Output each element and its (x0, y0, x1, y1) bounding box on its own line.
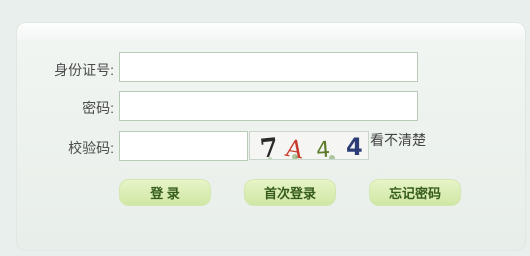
id-number-input[interactable] (119, 52, 418, 82)
password-label: 密码: (82, 100, 114, 116)
id-number-label: 身份证号: (54, 62, 114, 78)
captcha-char-1: 7 (259, 133, 280, 160)
password-input[interactable] (119, 91, 418, 121)
refresh-captcha-link[interactable]: 看不清楚 (370, 130, 426, 150)
forgot-password-button[interactable]: 忘记密码 (369, 179, 461, 206)
captcha-label: 校验码: (68, 140, 114, 156)
captcha-char-3: 4 (315, 138, 331, 160)
first-login-button[interactable]: 首次登录 (244, 179, 336, 206)
captcha-image: 7 A 4 4 (249, 131, 369, 160)
captcha-char-4: 4 (346, 133, 363, 160)
login-button[interactable]: 登 录 (119, 179, 211, 206)
captcha-graphic: 7 A 4 4 (259, 133, 363, 160)
captcha-input[interactable] (119, 131, 248, 161)
